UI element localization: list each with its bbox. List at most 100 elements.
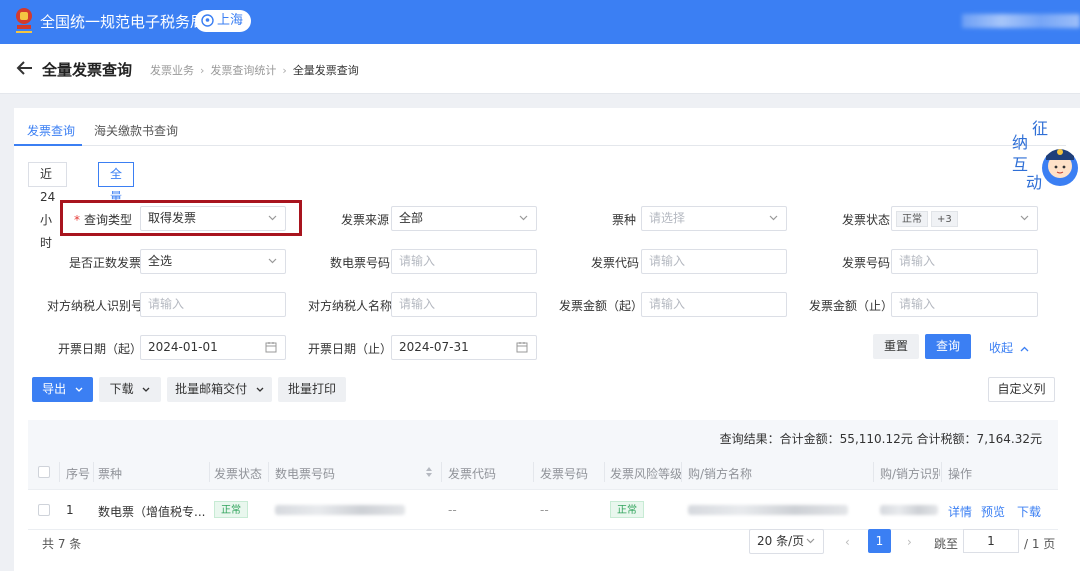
breadcrumb-current: 全量发票查询 xyxy=(292,64,359,77)
col-index: 序号 xyxy=(66,467,91,481)
result-summary-bar: 查询结果：合计金额：55,110.12元 合计税额：7,164.32元 xyxy=(28,420,1058,454)
positive-invoice-label: 是否正数发票 xyxy=(69,256,142,270)
col-risk-level: 发票风险等级 xyxy=(610,467,683,481)
chevron-down-icon xyxy=(256,387,264,392)
invoice-code-input[interactable]: 请输入 xyxy=(641,249,787,274)
invoice-status-label: 发票状态 xyxy=(842,213,891,227)
chevron-down-icon xyxy=(769,215,778,221)
tab-bar: 发票查询 海关缴款书查询 xyxy=(14,108,1066,146)
main-card: 发票查询 海关缴款书查询 近24小时 全量 * 查询类型 取得发票 发票来源 全部… xyxy=(14,108,1080,571)
chevron-up-icon xyxy=(1020,346,1029,351)
e-invoice-no-label: 数电票号码 xyxy=(330,256,391,270)
export-button[interactable]: 导出 xyxy=(32,377,93,402)
mascot-char: 互 xyxy=(1012,155,1028,174)
col-invoice-no: 发票号码 xyxy=(540,467,589,481)
col-ticket-type: 票种 xyxy=(98,467,123,481)
invoice-no-input[interactable]: 请输入 xyxy=(891,249,1038,274)
location-selector[interactable]: 上海 xyxy=(195,10,252,32)
col-status: 发票状态 xyxy=(214,467,263,481)
tab-customs-query[interactable]: 海关缴款书查询 xyxy=(94,122,178,139)
select-all-checkbox[interactable] xyxy=(38,466,50,478)
row-party-name-redacted xyxy=(688,505,848,515)
positive-invoice-select[interactable]: 全选 xyxy=(140,249,286,274)
table-header: 序号 票种 发票状态 数电票号码 发票代码 发票号码 发票风险等级 购/销方名称… xyxy=(28,454,1058,490)
search-button[interactable]: 查询 xyxy=(925,334,971,359)
counterparty-name-input[interactable]: 请输入 xyxy=(391,292,537,317)
page-size-select[interactable]: 20 条/页 xyxy=(749,529,824,554)
row-ticket-type: 数电票（增值税专... xyxy=(98,505,206,519)
amount-from-input[interactable]: 请输入 xyxy=(641,292,787,317)
tab-invoice-query[interactable]: 发票查询 xyxy=(27,122,75,139)
ticket-type-select[interactable]: 请选择 xyxy=(641,206,787,231)
jump-label: 跳至 xyxy=(934,537,959,551)
row-party-id-redacted xyxy=(880,505,938,515)
counterparty-name-label: 对方纳税人名称 xyxy=(308,299,393,313)
date-to-label: 开票日期（止） xyxy=(308,342,393,356)
date-from-picker[interactable]: 2024-01-01 xyxy=(140,335,286,360)
invoice-source-select[interactable]: 全部 xyxy=(391,206,537,231)
row-invoice-no: -- xyxy=(540,503,549,517)
range-all-button[interactable]: 全量 xyxy=(98,162,135,204)
counterparty-id-label: 对方纳税人识别号 xyxy=(47,299,144,313)
col-actions: 操作 xyxy=(948,467,973,481)
sort-icon[interactable] xyxy=(425,466,433,478)
range-24h-button[interactable]: 近24小时 xyxy=(28,162,68,250)
mascot-char: 纳 xyxy=(1012,133,1028,152)
result-summary: 查询结果：合计金额：55,110.12元 合计税额：7,164.32元 xyxy=(719,432,1042,446)
mascot-interaction-icon[interactable]: 征 纳 互 动 xyxy=(1004,116,1080,194)
preview-link[interactable]: 预览 xyxy=(981,503,1005,520)
jump-page-input[interactable]: 1 xyxy=(963,529,1019,553)
amount-from-label: 发票金额（起） xyxy=(559,299,644,313)
download-link[interactable]: 下载 xyxy=(1017,503,1041,520)
page-title: 全量发票查询 xyxy=(42,61,133,79)
col-invoice-code: 发票代码 xyxy=(448,467,497,481)
status-tag: 正常 xyxy=(896,210,928,227)
location-pin-icon xyxy=(201,14,214,27)
counterparty-id-input[interactable]: 请输入 xyxy=(140,292,286,317)
active-tab-indicator xyxy=(14,144,82,146)
batch-print-button[interactable]: 批量打印 xyxy=(278,377,346,402)
breadcrumb-item[interactable]: 发票业务 xyxy=(150,64,194,77)
collapse-link[interactable]: 收起 xyxy=(989,339,1029,356)
amount-to-label: 发票金额（止） xyxy=(809,299,894,313)
chevron-down-icon xyxy=(1020,215,1029,221)
chevron-down-icon xyxy=(75,387,83,392)
chevron-down-icon xyxy=(268,258,277,264)
col-party-name: 购/销方名称 xyxy=(688,467,753,481)
row-status-badge: 正常 xyxy=(214,501,248,518)
next-page-button[interactable]: › xyxy=(907,535,912,549)
invoice-code-label: 发票代码 xyxy=(591,256,640,270)
user-info[interactable] xyxy=(962,14,1080,28)
detail-link[interactable]: 详情 xyxy=(948,503,972,520)
col-party-id: 购/销方识别 xyxy=(880,467,940,481)
page-total: / 1 页 xyxy=(1024,537,1056,551)
download-button[interactable]: 下载 xyxy=(99,377,161,402)
mascot-char: 征 xyxy=(1032,119,1048,138)
row-e-invoice-no-redacted xyxy=(275,505,405,515)
invoice-no-label: 发票号码 xyxy=(842,256,891,270)
app-title: 全国统一规范电子税务局 xyxy=(40,13,206,31)
row-invoice-code: -- xyxy=(448,503,457,517)
prev-page-button[interactable]: ‹ xyxy=(845,535,850,549)
breadcrumb: 发票业务 › 发票查询统计 › 全量发票查询 xyxy=(150,64,359,77)
amount-to-input[interactable]: 请输入 xyxy=(891,292,1038,317)
e-invoice-no-input[interactable]: 请输入 xyxy=(391,249,537,274)
ticket-type-label: 票种 xyxy=(612,213,637,227)
date-to-picker[interactable]: 2024-07-31 xyxy=(391,335,537,360)
row-checkbox[interactable] xyxy=(38,504,50,516)
row-index: 1 xyxy=(66,503,74,517)
reset-button[interactable]: 重置 xyxy=(873,334,919,359)
batch-email-button[interactable]: 批量邮箱交付 xyxy=(167,377,272,402)
chevron-down-icon xyxy=(519,215,528,221)
page-1-button[interactable]: 1 xyxy=(868,529,891,553)
chevron-down-icon xyxy=(142,387,150,392)
location-label: 上海 xyxy=(217,13,244,28)
back-arrow-icon[interactable] xyxy=(16,59,34,77)
invoice-status-select[interactable]: 正常 +3 xyxy=(891,206,1038,231)
row-risk-badge: 正常 xyxy=(610,501,644,518)
calendar-icon xyxy=(265,342,277,353)
more-tag: +3 xyxy=(931,210,958,227)
col-e-invoice-no: 数电票号码 xyxy=(275,467,336,481)
breadcrumb-item[interactable]: 发票查询统计 xyxy=(210,64,276,77)
custom-columns-button[interactable]: 自定义列 xyxy=(988,377,1055,402)
